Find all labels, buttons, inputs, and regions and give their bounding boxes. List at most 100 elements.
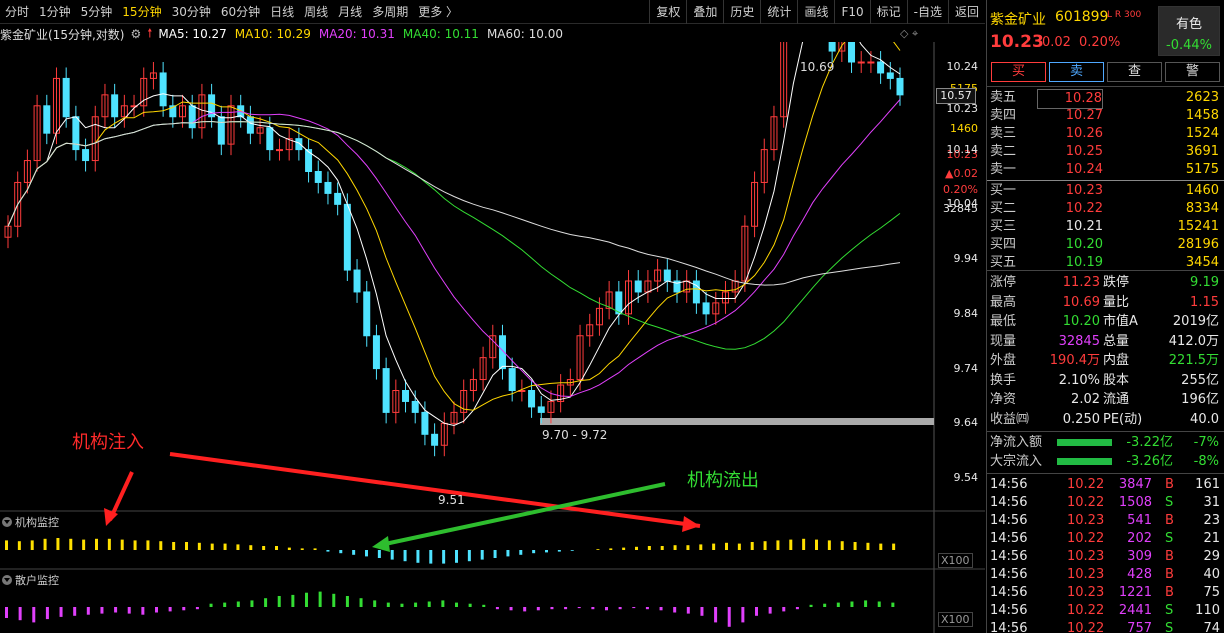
sector-box[interactable]: 有色 -0.44%	[1158, 6, 1220, 56]
bid-volume: 8334	[1185, 201, 1219, 216]
stat-row-7: 收益㈣ 0.250 PE(动) 40.0	[987, 411, 1223, 429]
stat-row-0: 涨停 11.23 跌停 9.19	[987, 274, 1223, 292]
retail-bar	[305, 592, 308, 607]
action-button-2[interactable]: 查	[1107, 62, 1162, 82]
inst-bar	[352, 550, 356, 555]
retail-bar	[414, 602, 418, 607]
ask-row-1: 卖四 10.27 1458	[987, 107, 1223, 125]
candle	[62, 77, 70, 118]
inst-bar	[570, 550, 574, 551]
collapse-icon[interactable]	[2, 575, 12, 585]
axis-info-0: 10.24	[946, 60, 979, 73]
tool-button-5[interactable]: F10	[834, 0, 869, 24]
period-tab-3[interactable]: 15分钟	[117, 0, 166, 24]
tool-button-0[interactable]: 复权	[649, 0, 686, 24]
period-tab-4[interactable]: 30分钟	[167, 0, 216, 24]
ma-label-3: MA40: 10.11	[402, 27, 479, 41]
ask-label: 卖五	[990, 90, 1017, 105]
flow-pct: -8%	[1193, 454, 1219, 469]
retail-bar	[605, 607, 608, 611]
action-button-3[interactable]: 警	[1165, 62, 1220, 82]
period-tab-2[interactable]: 5分钟	[76, 0, 118, 24]
price-change: 0.02	[1042, 35, 1071, 50]
inst-bar	[686, 545, 690, 550]
trade-side: S	[1165, 603, 1174, 618]
trade-count: 40	[1203, 567, 1220, 582]
stat-row-4: 外盘 190.4万 内盘 221.5万	[987, 352, 1223, 370]
stat-row-6: 净资 2.02 流通 196亿	[987, 391, 1223, 409]
candle	[353, 269, 361, 293]
action-button-1[interactable]: 卖	[1049, 62, 1104, 82]
retail-bar	[482, 604, 486, 607]
stat-key: 最高	[990, 294, 1017, 310]
stat-value: 10.20	[1062, 314, 1100, 329]
period-tab-7[interactable]: 周线	[299, 0, 333, 24]
period-tab-0[interactable]: 分时	[0, 0, 34, 24]
period-tab-9[interactable]: 多周期	[367, 0, 413, 24]
inst-bar	[712, 543, 716, 550]
inst-bar	[557, 550, 561, 552]
ask-volume: 1458	[1185, 108, 1219, 123]
ask-volume: 5175	[1185, 162, 1219, 177]
retail-bar	[836, 602, 840, 607]
trade-row-6: 14:56 10.23 1221 B 75	[987, 584, 1224, 602]
price-pct: 0.20%	[1079, 35, 1121, 50]
bid-volume: 1460	[1185, 183, 1219, 198]
collapse-icon[interactable]	[2, 517, 12, 527]
retail-monitor-title[interactable]: 散户监控	[2, 572, 59, 588]
inst-bar	[673, 545, 677, 550]
period-tab-10[interactable]: 更多 〉	[413, 0, 463, 24]
inst-bar	[866, 542, 870, 550]
trade-price: 10.22	[1067, 603, 1105, 618]
inst-bar	[519, 550, 523, 555]
stat-row-2: 最低 10.20 市值A 2019亿	[987, 313, 1223, 331]
stat-value: 190.4万	[1049, 353, 1100, 368]
trade-price: 10.23	[1067, 549, 1105, 564]
retail-bar	[264, 598, 268, 607]
trade-time: 14:56	[990, 621, 1028, 633]
retail-bar	[564, 607, 568, 610]
inst-bar	[120, 539, 124, 550]
candle	[896, 77, 904, 96]
retail-bar	[386, 602, 390, 607]
action-button-0[interactable]: 买	[991, 62, 1046, 82]
trade-side: S	[1165, 621, 1174, 633]
retail-bar	[127, 607, 131, 614]
ask-row-0: 卖五 10.28 2623	[987, 89, 1223, 109]
trade-row-7: 14:56 10.22 2441 S 110	[987, 602, 1224, 620]
trade-time: 14:56	[990, 477, 1028, 492]
retail-bar	[850, 601, 854, 607]
inst-monitor-title[interactable]: 机构监控	[2, 514, 59, 530]
trade-volume: 541	[1127, 513, 1152, 528]
stat-key: 流通	[1103, 392, 1130, 407]
retail-bar	[223, 602, 227, 607]
inst-bar	[172, 542, 176, 550]
retail-bar	[427, 601, 431, 607]
retail-bar	[714, 607, 718, 623]
period-tab-8[interactable]: 月线	[333, 0, 367, 24]
tool-button-8[interactable]: 返回	[947, 0, 985, 24]
chart-settings-icon[interactable]: ⚙	[130, 27, 141, 41]
tool-button-2[interactable]: 历史	[723, 0, 760, 24]
kline-chart[interactable]	[0, 42, 985, 633]
inst-bar	[416, 550, 420, 563]
retail-bar	[195, 607, 199, 610]
tool-button-3[interactable]: 统计	[760, 0, 797, 24]
inst-bar	[609, 548, 613, 550]
inflow-arrow	[169, 452, 701, 528]
stat-key: PE(动)	[1103, 411, 1143, 427]
tool-button-4[interactable]: 画线	[797, 0, 834, 24]
period-tab-5[interactable]: 60分钟	[216, 0, 265, 24]
inst-bar	[467, 550, 471, 562]
period-tab-6[interactable]: 日线	[265, 0, 299, 24]
ask-label: 卖一	[990, 162, 1017, 177]
ask-volume: 2623	[1185, 90, 1219, 105]
tool-button-7[interactable]: -自选	[906, 0, 948, 24]
stat-value: 40.0	[1190, 411, 1219, 427]
chart-corner-icons[interactable]: ◇ ⌖	[900, 27, 918, 41]
candle	[431, 433, 439, 446]
tool-button-1[interactable]: 叠加	[686, 0, 723, 24]
trade-price: 10.22	[1067, 531, 1105, 546]
tool-button-6[interactable]: 标记	[869, 0, 907, 24]
period-tab-1[interactable]: 1分钟	[34, 0, 76, 24]
